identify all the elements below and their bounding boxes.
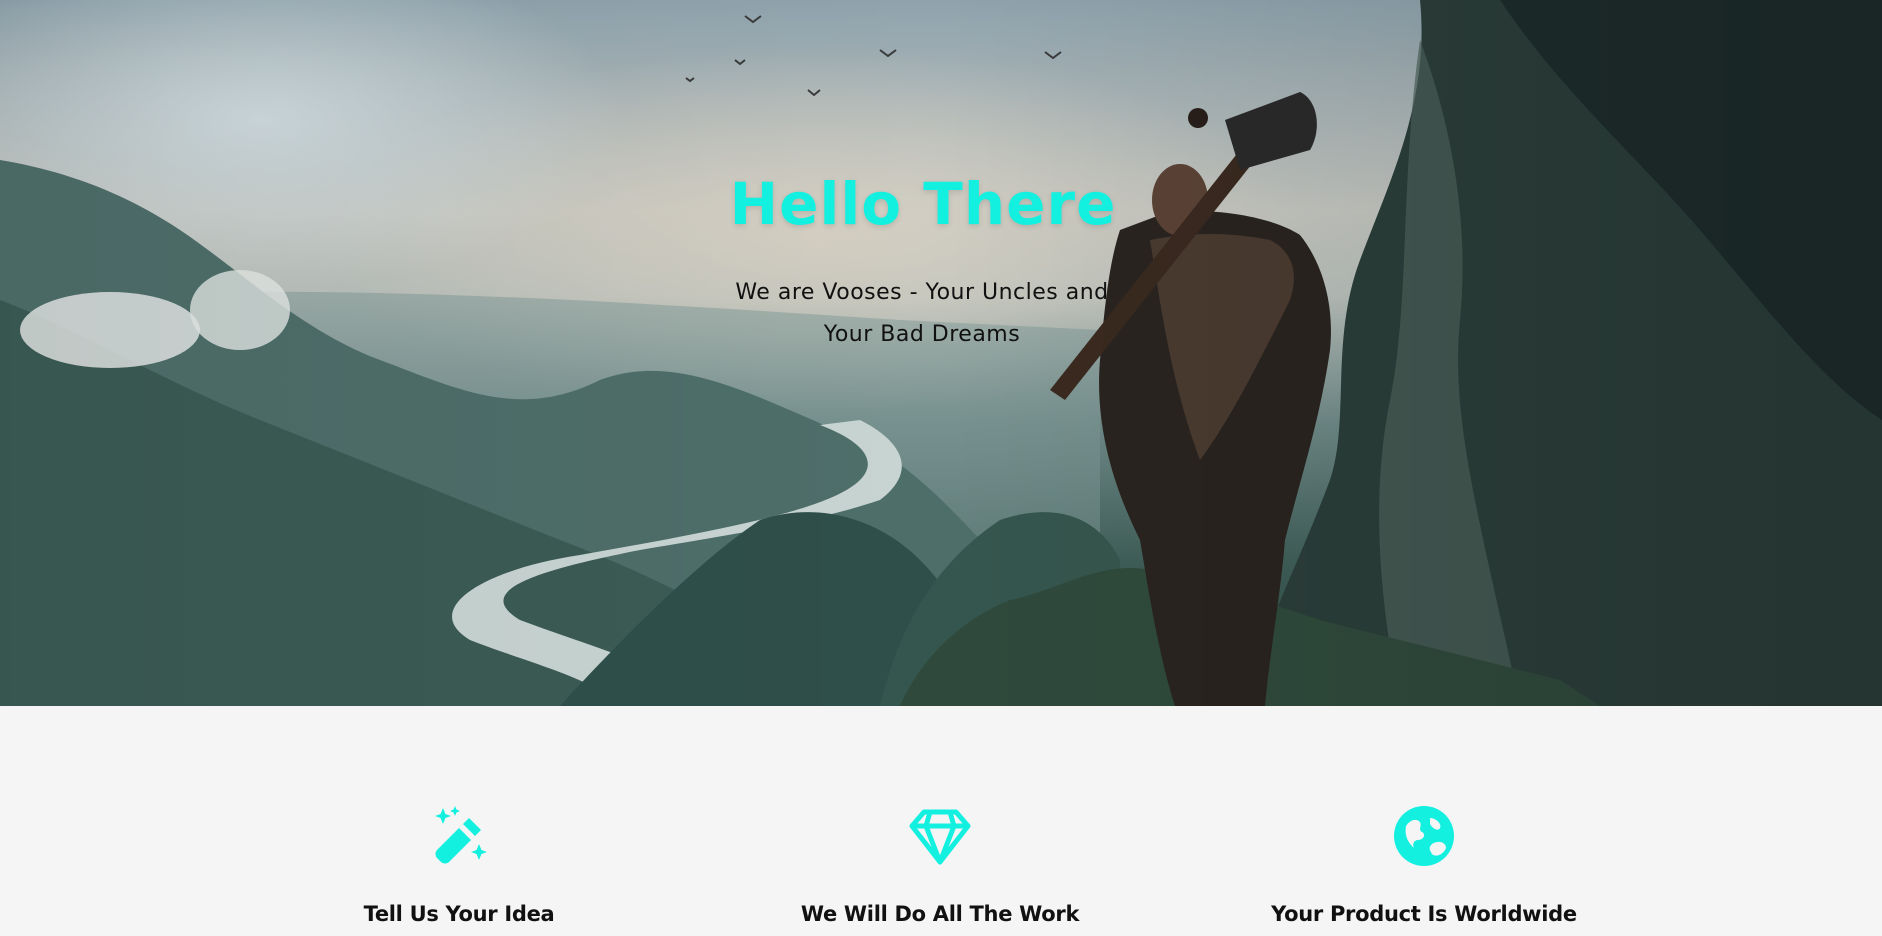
- hero-subtitle: We are Vooses - Your Uncles and Your Bad…: [735, 280, 1109, 347]
- feature-title: We Will Do All The Work: [800, 902, 1080, 926]
- feature-item-idea: Tell Us Your Idea: [249, 804, 669, 926]
- feature-title: Your Product Is Worldwide: [1271, 902, 1577, 926]
- features-section: Tell Us Your Idea We Will Do All The Wor…: [0, 706, 1882, 936]
- globe-icon: [1394, 806, 1454, 866]
- hero-title: Hello There: [729, 170, 1117, 238]
- hero-section: Hello There We are Vooses - Your Uncles …: [0, 0, 1882, 706]
- feature-item-worldwide: Your Product Is Worldwide: [1214, 804, 1634, 926]
- diamond-icon: [909, 809, 971, 865]
- feature-item-work: We Will Do All The Work: [730, 804, 1150, 926]
- magic-wand-icon: [435, 806, 487, 864]
- feature-title: Tell Us Your Idea: [363, 902, 555, 926]
